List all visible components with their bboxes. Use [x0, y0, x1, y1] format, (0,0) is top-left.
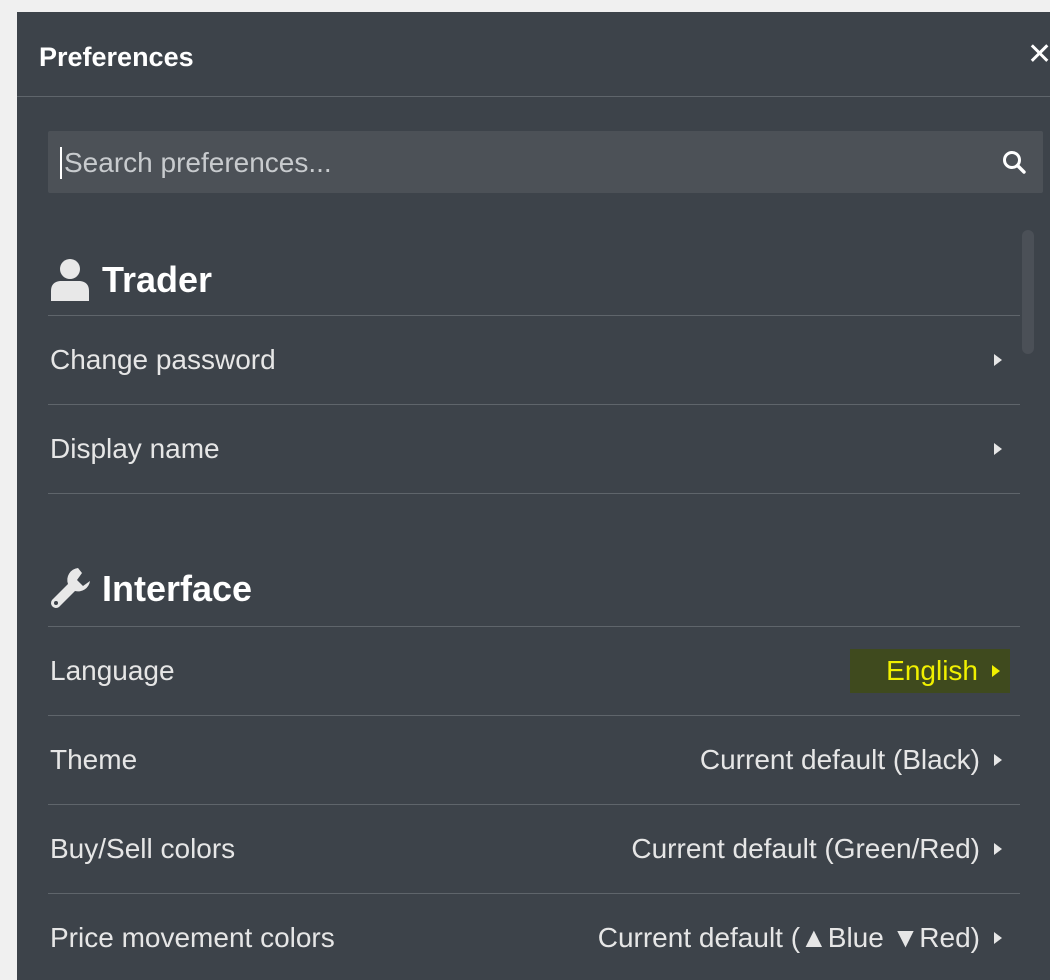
- row-value: Current default (▲Blue ▼Red): [597, 922, 980, 953]
- row-label: Buy/Sell colors: [50, 833, 236, 864]
- section-interface-header: Interface: [48, 552, 1020, 627]
- pref-row-language[interactable]: Language English: [48, 627, 1020, 716]
- user-icon: [51, 259, 89, 301]
- section-title: Trader: [102, 259, 213, 300]
- title-bar: Preferences ✕: [17, 12, 1050, 97]
- preferences-panel: Preferences ✕ Trader Change password Dis…: [17, 12, 1050, 980]
- close-icon: ✕: [1027, 38, 1050, 71]
- row-value: English: [886, 655, 978, 686]
- row-label: Price movement colors: [50, 922, 335, 953]
- language-value-highlight[interactable]: English: [850, 649, 1010, 693]
- row-right: English: [850, 649, 1020, 693]
- chevron-right-icon: [994, 843, 1002, 855]
- chevron-right-icon: [994, 754, 1002, 766]
- chevron-right-icon: [994, 443, 1002, 455]
- chevron-right-icon: [994, 354, 1002, 366]
- row-label: Change password: [50, 344, 276, 375]
- row-right: [994, 443, 1020, 455]
- section-title: Interface: [102, 568, 253, 609]
- section-trader-header: Trader: [48, 245, 1020, 316]
- pref-row-theme[interactable]: Theme Current default (Black): [48, 716, 1020, 805]
- search-input[interactable]: [60, 147, 966, 179]
- chevron-right-icon: [994, 932, 1002, 944]
- search-icon[interactable]: [1001, 149, 1027, 175]
- row-label: Display name: [50, 433, 220, 464]
- panel-title: Preferences: [39, 42, 194, 72]
- row-value: Current default (Green/Red): [631, 833, 980, 864]
- pref-row-display-name[interactable]: Display name: [48, 405, 1020, 494]
- row-value: Current default (Black): [699, 744, 980, 775]
- row-right: Current default (Black): [700, 744, 1020, 776]
- chevron-right-icon: [992, 665, 1000, 677]
- pref-row-price-movement-colors[interactable]: Price movement colors Current default (▲…: [48, 894, 1020, 980]
- wrench-icon: [51, 568, 90, 608]
- pref-row-change-password[interactable]: Change password: [48, 316, 1020, 405]
- search-box: [48, 131, 1043, 193]
- pref-row-buy-sell-colors[interactable]: Buy/Sell colors Current default (Green/R…: [48, 805, 1020, 894]
- row-right: [994, 354, 1020, 366]
- row-label: Language: [50, 655, 175, 686]
- close-button[interactable]: ✕: [1027, 40, 1050, 70]
- row-label: Theme: [50, 744, 138, 775]
- row-right: Current default (Green/Red): [631, 833, 1020, 865]
- row-right: Current default (▲Blue ▼Red): [598, 922, 1020, 954]
- scrollbar-thumb[interactable]: [1022, 230, 1034, 354]
